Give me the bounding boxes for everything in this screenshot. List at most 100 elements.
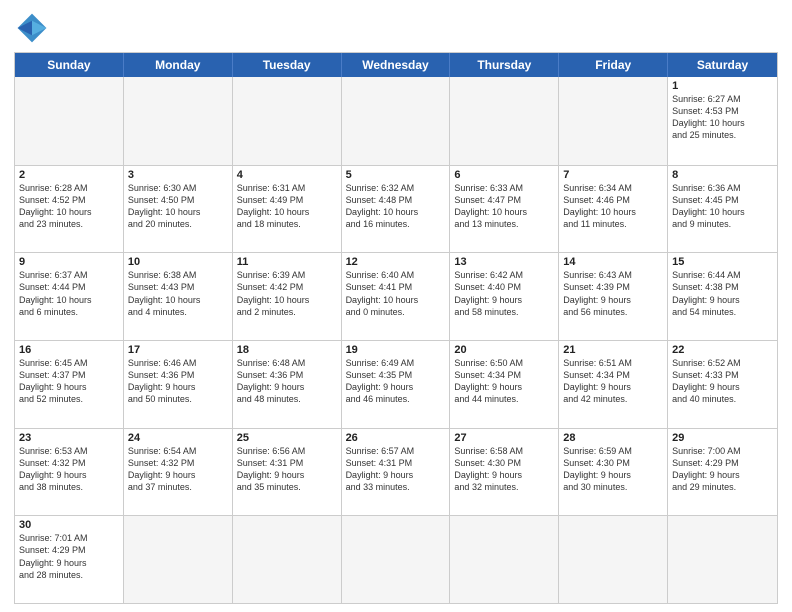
calendar-week-row: 30Sunrise: 7:01 AM Sunset: 4:29 PM Dayli… bbox=[15, 515, 777, 603]
day-info: Sunrise: 6:37 AM Sunset: 4:44 PM Dayligh… bbox=[19, 269, 119, 318]
calendar-cell: 25Sunrise: 6:56 AM Sunset: 4:31 PM Dayli… bbox=[233, 429, 342, 516]
day-info: Sunrise: 6:53 AM Sunset: 4:32 PM Dayligh… bbox=[19, 445, 119, 494]
day-info: Sunrise: 6:48 AM Sunset: 4:36 PM Dayligh… bbox=[237, 357, 337, 406]
day-number: 5 bbox=[346, 169, 446, 181]
day-info: Sunrise: 6:32 AM Sunset: 4:48 PM Dayligh… bbox=[346, 182, 446, 231]
weekday-header: Monday bbox=[124, 53, 233, 77]
day-number: 1 bbox=[672, 80, 773, 92]
day-number: 13 bbox=[454, 256, 554, 268]
day-info: Sunrise: 6:51 AM Sunset: 4:34 PM Dayligh… bbox=[563, 357, 663, 406]
calendar-cell bbox=[559, 77, 668, 165]
day-number: 23 bbox=[19, 432, 119, 444]
calendar-cell: 28Sunrise: 6:59 AM Sunset: 4:30 PM Dayli… bbox=[559, 429, 668, 516]
day-info: Sunrise: 6:30 AM Sunset: 4:50 PM Dayligh… bbox=[128, 182, 228, 231]
day-number: 18 bbox=[237, 344, 337, 356]
calendar-cell: 17Sunrise: 6:46 AM Sunset: 4:36 PM Dayli… bbox=[124, 341, 233, 428]
day-info: Sunrise: 6:36 AM Sunset: 4:45 PM Dayligh… bbox=[672, 182, 773, 231]
day-number: 24 bbox=[128, 432, 228, 444]
day-info: Sunrise: 6:54 AM Sunset: 4:32 PM Dayligh… bbox=[128, 445, 228, 494]
day-number: 19 bbox=[346, 344, 446, 356]
day-info: Sunrise: 6:43 AM Sunset: 4:39 PM Dayligh… bbox=[563, 269, 663, 318]
calendar-cell: 9Sunrise: 6:37 AM Sunset: 4:44 PM Daylig… bbox=[15, 253, 124, 340]
day-number: 6 bbox=[454, 169, 554, 181]
day-info: Sunrise: 7:01 AM Sunset: 4:29 PM Dayligh… bbox=[19, 532, 119, 581]
weekday-header: Tuesday bbox=[233, 53, 342, 77]
calendar-cell bbox=[233, 516, 342, 603]
day-info: Sunrise: 6:50 AM Sunset: 4:34 PM Dayligh… bbox=[454, 357, 554, 406]
calendar-cell: 20Sunrise: 6:50 AM Sunset: 4:34 PM Dayli… bbox=[450, 341, 559, 428]
logo bbox=[14, 10, 54, 46]
weekday-header: Friday bbox=[559, 53, 668, 77]
calendar-body: 1Sunrise: 6:27 AM Sunset: 4:53 PM Daylig… bbox=[15, 77, 777, 603]
day-number: 10 bbox=[128, 256, 228, 268]
calendar-week-row: 9Sunrise: 6:37 AM Sunset: 4:44 PM Daylig… bbox=[15, 252, 777, 340]
calendar-cell: 12Sunrise: 6:40 AM Sunset: 4:41 PM Dayli… bbox=[342, 253, 451, 340]
calendar-cell: 4Sunrise: 6:31 AM Sunset: 4:49 PM Daylig… bbox=[233, 166, 342, 253]
calendar-cell: 10Sunrise: 6:38 AM Sunset: 4:43 PM Dayli… bbox=[124, 253, 233, 340]
weekday-header: Wednesday bbox=[342, 53, 451, 77]
day-info: Sunrise: 6:46 AM Sunset: 4:36 PM Dayligh… bbox=[128, 357, 228, 406]
day-number: 21 bbox=[563, 344, 663, 356]
day-info: Sunrise: 6:42 AM Sunset: 4:40 PM Dayligh… bbox=[454, 269, 554, 318]
calendar-cell: 3Sunrise: 6:30 AM Sunset: 4:50 PM Daylig… bbox=[124, 166, 233, 253]
day-info: Sunrise: 6:31 AM Sunset: 4:49 PM Dayligh… bbox=[237, 182, 337, 231]
calendar-cell: 26Sunrise: 6:57 AM Sunset: 4:31 PM Dayli… bbox=[342, 429, 451, 516]
day-info: Sunrise: 6:33 AM Sunset: 4:47 PM Dayligh… bbox=[454, 182, 554, 231]
calendar-cell: 24Sunrise: 6:54 AM Sunset: 4:32 PM Dayli… bbox=[124, 429, 233, 516]
day-number: 20 bbox=[454, 344, 554, 356]
calendar-week-row: 16Sunrise: 6:45 AM Sunset: 4:37 PM Dayli… bbox=[15, 340, 777, 428]
weekday-header: Saturday bbox=[668, 53, 777, 77]
calendar-cell: 30Sunrise: 7:01 AM Sunset: 4:29 PM Dayli… bbox=[15, 516, 124, 603]
calendar-cell bbox=[342, 77, 451, 165]
day-info: Sunrise: 6:57 AM Sunset: 4:31 PM Dayligh… bbox=[346, 445, 446, 494]
calendar: SundayMondayTuesdayWednesdayThursdayFrid… bbox=[14, 52, 778, 604]
calendar-cell bbox=[124, 516, 233, 603]
day-info: Sunrise: 6:52 AM Sunset: 4:33 PM Dayligh… bbox=[672, 357, 773, 406]
day-number: 29 bbox=[672, 432, 773, 444]
day-number: 12 bbox=[346, 256, 446, 268]
day-info: Sunrise: 6:38 AM Sunset: 4:43 PM Dayligh… bbox=[128, 269, 228, 318]
day-info: Sunrise: 6:45 AM Sunset: 4:37 PM Dayligh… bbox=[19, 357, 119, 406]
calendar-cell bbox=[233, 77, 342, 165]
calendar-week-row: 23Sunrise: 6:53 AM Sunset: 4:32 PM Dayli… bbox=[15, 428, 777, 516]
day-number: 26 bbox=[346, 432, 446, 444]
day-info: Sunrise: 6:49 AM Sunset: 4:35 PM Dayligh… bbox=[346, 357, 446, 406]
day-info: Sunrise: 6:34 AM Sunset: 4:46 PM Dayligh… bbox=[563, 182, 663, 231]
day-number: 9 bbox=[19, 256, 119, 268]
weekday-header: Sunday bbox=[15, 53, 124, 77]
calendar-cell bbox=[15, 77, 124, 165]
day-number: 11 bbox=[237, 256, 337, 268]
day-number: 16 bbox=[19, 344, 119, 356]
calendar-cell bbox=[559, 516, 668, 603]
day-info: Sunrise: 6:59 AM Sunset: 4:30 PM Dayligh… bbox=[563, 445, 663, 494]
day-info: Sunrise: 6:58 AM Sunset: 4:30 PM Dayligh… bbox=[454, 445, 554, 494]
calendar-cell: 13Sunrise: 6:42 AM Sunset: 4:40 PM Dayli… bbox=[450, 253, 559, 340]
calendar-cell bbox=[342, 516, 451, 603]
calendar-cell bbox=[668, 516, 777, 603]
day-number: 25 bbox=[237, 432, 337, 444]
calendar-cell bbox=[450, 77, 559, 165]
calendar-week-row: 1Sunrise: 6:27 AM Sunset: 4:53 PM Daylig… bbox=[15, 77, 777, 165]
calendar-cell: 1Sunrise: 6:27 AM Sunset: 4:53 PM Daylig… bbox=[668, 77, 777, 165]
calendar-cell: 15Sunrise: 6:44 AM Sunset: 4:38 PM Dayli… bbox=[668, 253, 777, 340]
calendar-cell: 2Sunrise: 6:28 AM Sunset: 4:52 PM Daylig… bbox=[15, 166, 124, 253]
calendar-cell: 14Sunrise: 6:43 AM Sunset: 4:39 PM Dayli… bbox=[559, 253, 668, 340]
day-info: Sunrise: 6:28 AM Sunset: 4:52 PM Dayligh… bbox=[19, 182, 119, 231]
calendar-cell: 6Sunrise: 6:33 AM Sunset: 4:47 PM Daylig… bbox=[450, 166, 559, 253]
day-number: 15 bbox=[672, 256, 773, 268]
day-number: 30 bbox=[19, 519, 119, 531]
calendar-cell: 16Sunrise: 6:45 AM Sunset: 4:37 PM Dayli… bbox=[15, 341, 124, 428]
calendar-cell: 22Sunrise: 6:52 AM Sunset: 4:33 PM Dayli… bbox=[668, 341, 777, 428]
day-number: 28 bbox=[563, 432, 663, 444]
weekday-header: Thursday bbox=[450, 53, 559, 77]
day-info: Sunrise: 7:00 AM Sunset: 4:29 PM Dayligh… bbox=[672, 445, 773, 494]
calendar-cell: 18Sunrise: 6:48 AM Sunset: 4:36 PM Dayli… bbox=[233, 341, 342, 428]
day-number: 2 bbox=[19, 169, 119, 181]
logo-icon bbox=[14, 10, 50, 46]
day-number: 22 bbox=[672, 344, 773, 356]
day-number: 4 bbox=[237, 169, 337, 181]
header bbox=[14, 10, 778, 46]
calendar-week-row: 2Sunrise: 6:28 AM Sunset: 4:52 PM Daylig… bbox=[15, 165, 777, 253]
calendar-cell bbox=[124, 77, 233, 165]
calendar-cell: 21Sunrise: 6:51 AM Sunset: 4:34 PM Dayli… bbox=[559, 341, 668, 428]
